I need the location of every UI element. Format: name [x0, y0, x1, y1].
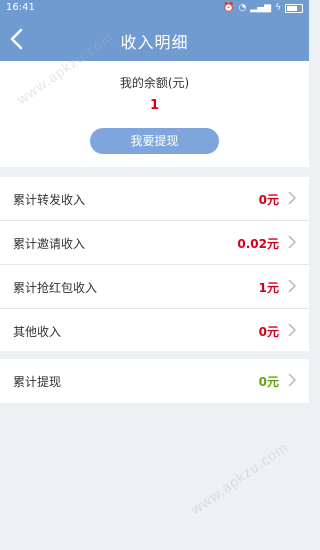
- nav-bar: 收入明细: [0, 17, 309, 61]
- row-label: 其他收入: [13, 325, 62, 339]
- balance-value: 1: [149, 98, 160, 113]
- withdraw-button[interactable]: 我要提现: [90, 128, 219, 154]
- income-row-forward[interactable]: 累计转发收入 0元: [0, 177, 309, 221]
- chevron-right-icon: [288, 279, 297, 293]
- row-amount: 0元: [258, 193, 279, 207]
- income-row-redpacket[interactable]: 累计抢红包收入 1元: [0, 265, 309, 309]
- status-bar: 16:41 ⏰ ◔ ▂▄▆ ϟ: [0, 0, 309, 17]
- status-icons: ⏰ ◔ ▂▄▆ ϟ: [223, 2, 303, 14]
- watermark-bottom: www.apkzu.com: [187, 438, 291, 518]
- row-amount: 0.02元: [237, 237, 279, 251]
- chevron-right-icon: [288, 373, 297, 387]
- signal-icon: ▂▄▆: [250, 3, 272, 13]
- row-label: 累计提现: [13, 375, 62, 389]
- withdraw-total-list: 累计提现 0元: [0, 359, 309, 403]
- chevron-right-icon: [288, 323, 297, 337]
- row-label: 累计邀请收入: [13, 237, 86, 251]
- wifi-icon: ◔: [238, 3, 247, 13]
- alarm-icon: ⏰: [223, 3, 235, 13]
- row-label: 累计抢红包收入: [13, 281, 98, 295]
- status-time: 16:41: [6, 2, 35, 13]
- battery-icon: [285, 3, 303, 13]
- withdraw-total-row[interactable]: 累计提现 0元: [0, 359, 309, 402]
- income-row-other[interactable]: 其他收入 0元: [0, 309, 309, 352]
- income-row-invite[interactable]: 累计邀请收入 0.02元: [0, 221, 309, 265]
- row-amount: 0元: [258, 325, 279, 339]
- row-label: 累计转发收入: [13, 193, 86, 207]
- income-list: 累计转发收入 0元 累计邀请收入 0.02元 累计抢红包收入 1元 其他收入 0…: [0, 177, 309, 351]
- row-amount: 1元: [258, 281, 279, 295]
- chevron-right-icon: [288, 235, 297, 249]
- chevron-right-icon: [288, 191, 297, 205]
- page-title: 收入明细: [120, 33, 189, 52]
- row-amount: 0元: [258, 375, 279, 389]
- charging-icon: ϟ: [275, 3, 281, 13]
